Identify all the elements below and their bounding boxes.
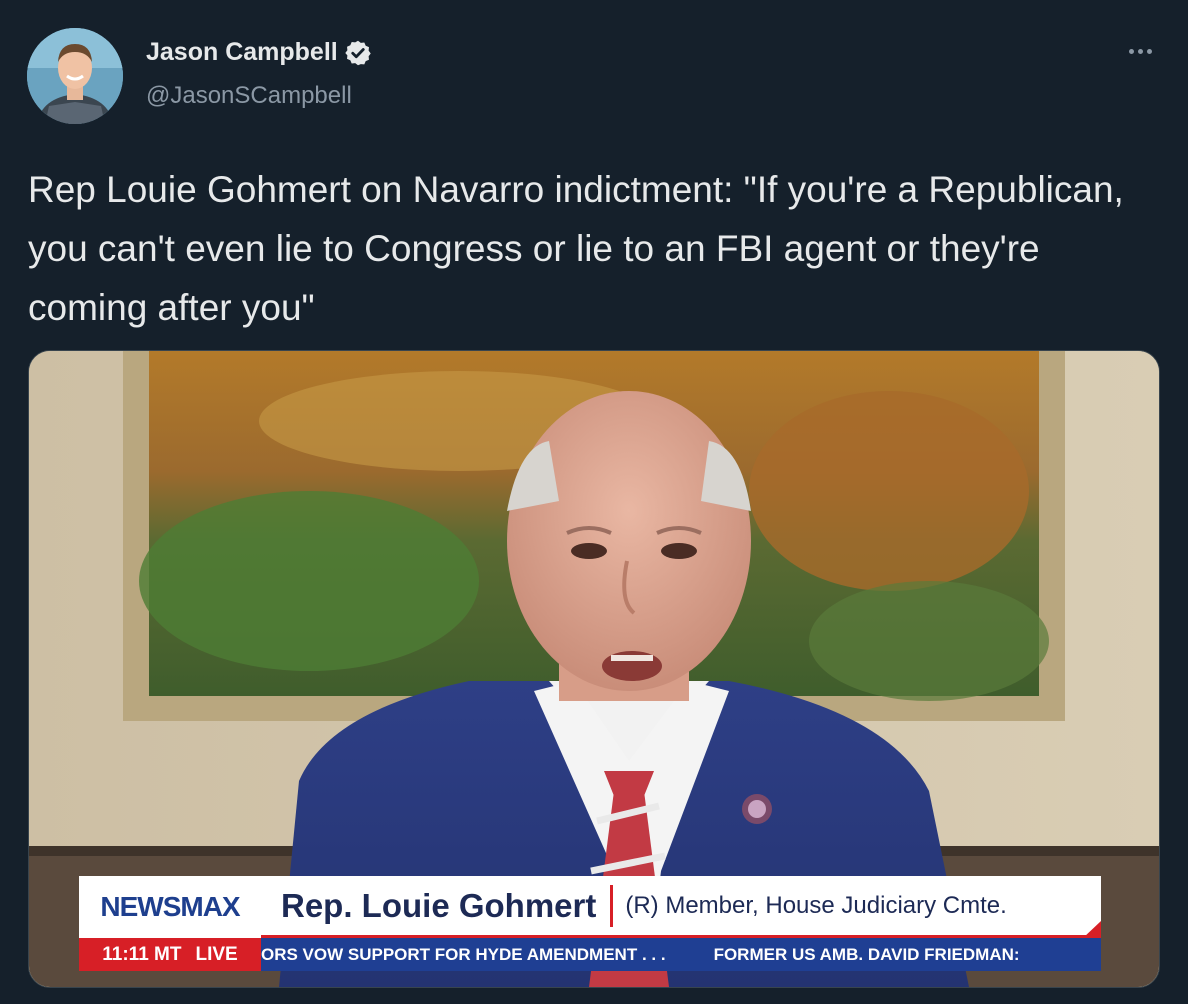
author-avatar[interactable] <box>27 28 123 124</box>
author-name[interactable]: Jason Campbell <box>146 38 372 67</box>
tweet-text: Rep Louie Gohmert on Navarro indictment:… <box>28 169 1124 328</box>
ticker-item: FORMER US AMB. DAVID FRIEDMAN: <box>713 944 1020 964</box>
more-options-icon[interactable] <box>1120 36 1160 66</box>
verified-badge-icon <box>345 40 371 65</box>
author-handle[interactable]: @JasonSCampbell <box>146 82 352 110</box>
ticker-item: ORS VOW SUPPORT FOR HYDE AMENDMENT . . . <box>261 944 666 964</box>
tweet: Jason Campbell @JasonSCampbell Rep Louie… <box>0 0 1188 1004</box>
lower-third-title: (R) Member, House Judiciary Cmte. <box>625 891 1007 919</box>
broadcast-time: 11:11 MT <box>102 943 182 965</box>
lower-third-corner <box>1083 921 1101 938</box>
news-ticker: ORS VOW SUPPORT FOR HYDE AMENDMENT . . .… <box>261 938 1101 971</box>
live-label: LIVE <box>195 943 238 965</box>
lower-third-divider <box>610 884 614 927</box>
live-time-bar: 11:11 MT LIVE <box>79 938 261 971</box>
author-name-text[interactable]: Jason Campbell <box>146 38 338 67</box>
newsmax-logo: NEWSMAX <box>79 876 261 938</box>
lower-third-name: Rep. Louie Gohmert <box>281 886 597 924</box>
tweet-video[interactable]: NEWSMAX Rep. Louie Gohmert (R) Member, H… <box>28 350 1160 988</box>
lower-third-bar: Rep. Louie Gohmert (R) Member, House Jud… <box>261 876 1101 938</box>
